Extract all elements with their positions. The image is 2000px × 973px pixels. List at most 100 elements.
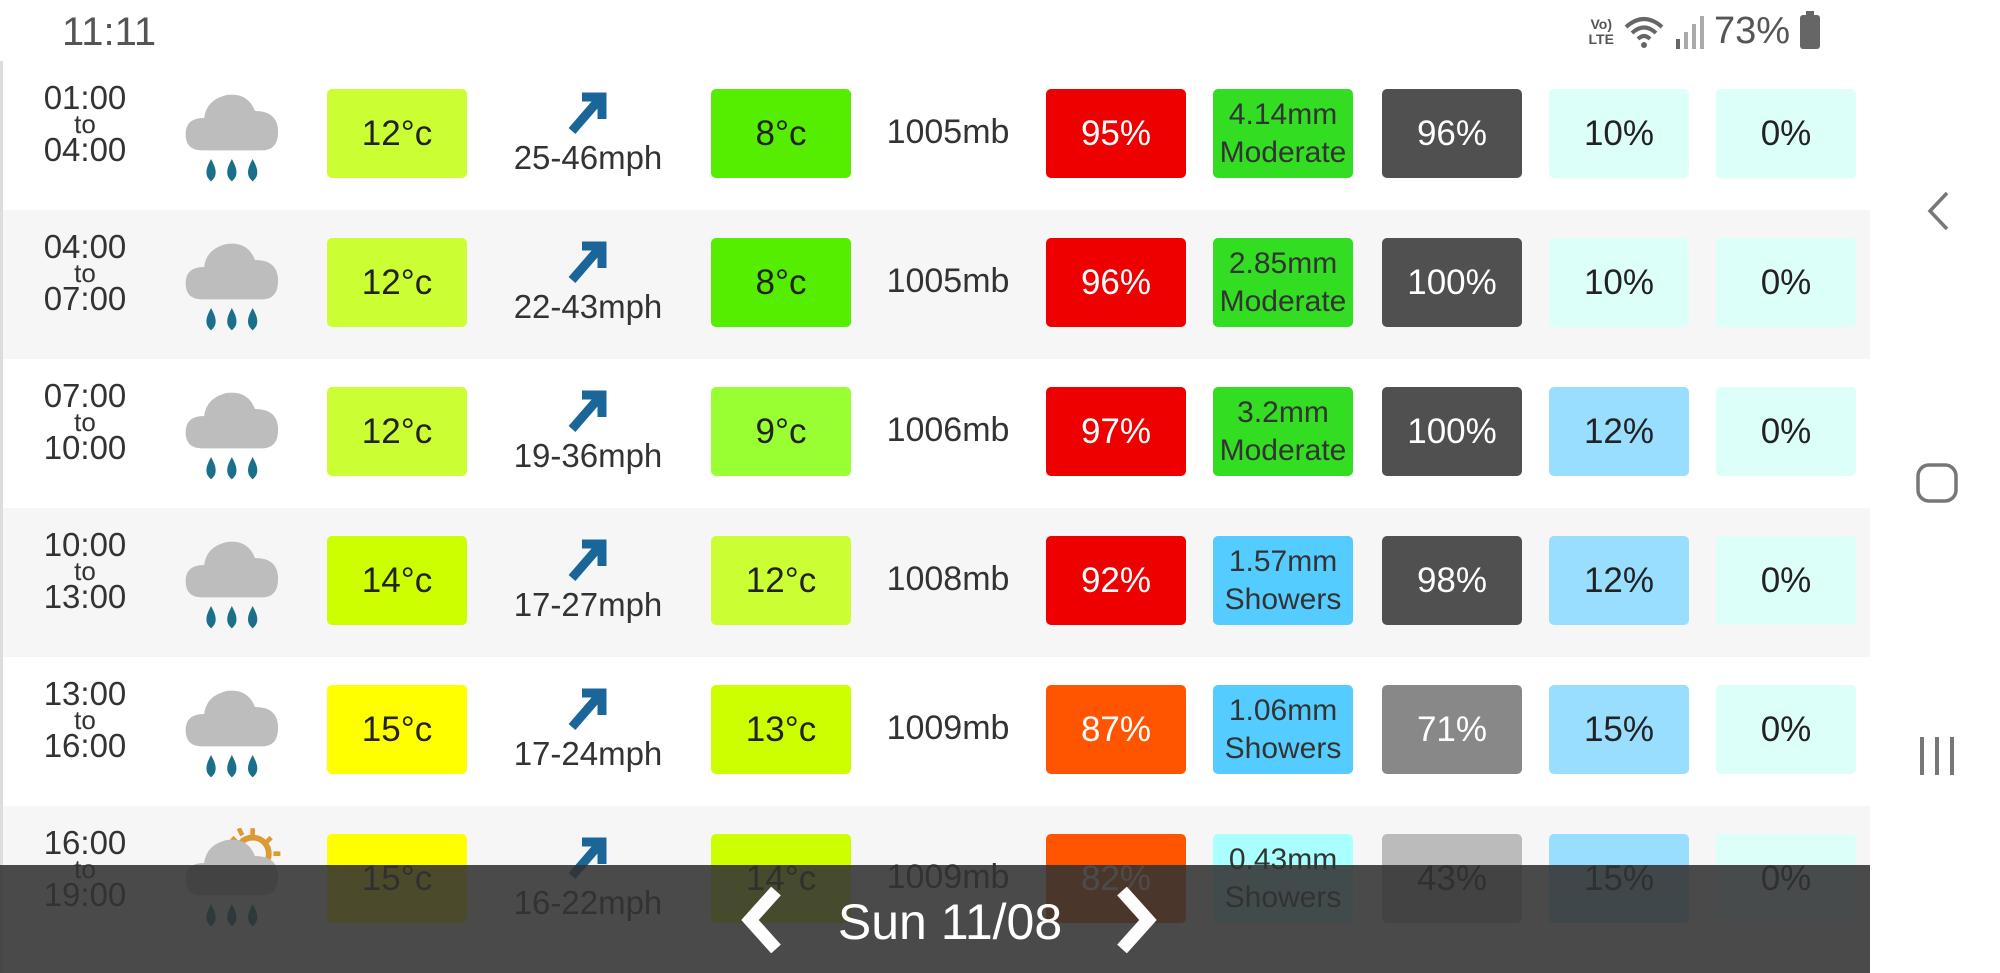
next-day-button[interactable] bbox=[1110, 887, 1160, 953]
feels-cell: 13°c bbox=[711, 685, 851, 774]
clock: 11:11 bbox=[62, 10, 157, 54]
time-range: 01:00 to 04:00 bbox=[25, 81, 145, 168]
wind-direction-arrow-icon bbox=[568, 688, 607, 730]
time-range: 13:00 to 16:00 bbox=[25, 677, 145, 764]
rain-cloud-icon bbox=[185, 690, 279, 778]
precip-amount: 4.14mm bbox=[1228, 97, 1338, 131]
pressure-cell: 1005mb bbox=[886, 262, 1010, 300]
pressure-cell: 1009mb bbox=[886, 709, 1010, 747]
precip-amount: 1.06mm bbox=[1228, 693, 1338, 727]
wind-cell: 19-36mph bbox=[498, 385, 678, 475]
time-to: 16:00 bbox=[43, 727, 127, 764]
precip-amount: 1.57mm bbox=[1228, 544, 1338, 578]
col9-cell: 15% bbox=[1549, 685, 1689, 774]
col10-cell: 0% bbox=[1716, 89, 1856, 178]
current-date: Sun 11/08 bbox=[837, 894, 1063, 950]
feels-cell: 12°c bbox=[711, 536, 851, 625]
home-icon[interactable] bbox=[1915, 462, 1959, 504]
forecast-row[interactable]: 04:00 to 07:00 12°c 22-43mph 8°c 1005mb 96% 2.85… bbox=[3, 210, 1870, 359]
temp-cell: 14°c bbox=[327, 536, 467, 625]
wind-speed: 22-43mph bbox=[513, 288, 663, 325]
time-range: 04:00 to 07:00 bbox=[25, 230, 145, 317]
precip-type: Moderate bbox=[1219, 433, 1347, 467]
rain-cloud-icon bbox=[185, 94, 279, 182]
wind-cell: 25-46mph bbox=[498, 87, 678, 177]
wind-direction-arrow-icon bbox=[568, 539, 607, 581]
status-bar: 11:11 Vo) LTE 73% bbox=[0, 0, 1870, 64]
col10-cell: 0% bbox=[1716, 387, 1856, 476]
volte-icon: Vo) LTE bbox=[1588, 15, 1614, 47]
forecast-row[interactable]: 01:00 to 04:00 12°c 25-46mph 8°c 1005mb 95% 4.14… bbox=[3, 61, 1870, 210]
col10-cell: 0% bbox=[1716, 685, 1856, 774]
feels-cell: 8°c bbox=[711, 89, 851, 178]
humidity-cell: 95% bbox=[1046, 89, 1186, 178]
precipitation-cell: 2.85mm Moderate bbox=[1213, 238, 1353, 327]
col10-cell: 0% bbox=[1716, 536, 1856, 625]
signal-icon bbox=[1675, 15, 1704, 49]
cloud-cell: 98% bbox=[1382, 536, 1522, 625]
time-range: 10:00 to 13:00 bbox=[25, 528, 145, 615]
col9-cell: 10% bbox=[1549, 89, 1689, 178]
wind-cell: 22-43mph bbox=[498, 236, 678, 326]
wind-direction-arrow-icon bbox=[568, 241, 607, 283]
rain-cloud-icon bbox=[185, 541, 279, 629]
forecast-table[interactable]: 01:00 to 04:00 12°c 25-46mph 8°c 1005mb 95% 4.14… bbox=[0, 61, 1870, 973]
precipitation-cell: 1.06mm Showers bbox=[1213, 685, 1353, 774]
system-navigation-bar bbox=[1870, 0, 2000, 973]
battery-icon bbox=[1800, 10, 1820, 49]
time-to: 07:00 bbox=[43, 280, 127, 317]
col10-cell: 0% bbox=[1716, 238, 1856, 327]
humidity-cell: 96% bbox=[1046, 238, 1186, 327]
cloud-cell: 100% bbox=[1382, 238, 1522, 327]
wind-direction-arrow-icon bbox=[568, 390, 607, 432]
temp-cell: 12°c bbox=[327, 387, 467, 476]
wifi-icon bbox=[1624, 16, 1664, 48]
forecast-row[interactable]: 07:00 to 10:00 12°c 19-36mph 9°c 1006mb 97% 3.2m… bbox=[3, 359, 1870, 508]
precip-amount: 2.85mm bbox=[1228, 246, 1338, 280]
forecast-row[interactable]: 10:00 to 13:00 14°c 17-27mph 12°c 1008mb 92% 1.5… bbox=[3, 508, 1870, 657]
temp-cell: 12°c bbox=[327, 89, 467, 178]
temp-cell: 15°c bbox=[327, 685, 467, 774]
precip-type: Showers bbox=[1224, 582, 1342, 616]
humidity-cell: 97% bbox=[1046, 387, 1186, 476]
battery-percent: 73% bbox=[1713, 10, 1790, 52]
precip-type: Moderate bbox=[1219, 135, 1347, 169]
rain-cloud-icon bbox=[185, 243, 279, 331]
precip-amount: 3.2mm bbox=[1237, 395, 1329, 429]
humidity-cell: 92% bbox=[1046, 536, 1186, 625]
time-to: 13:00 bbox=[43, 578, 127, 615]
feels-cell: 9°c bbox=[711, 387, 851, 476]
wind-cell: 17-24mph bbox=[498, 683, 678, 773]
col9-cell: 12% bbox=[1549, 387, 1689, 476]
pressure-cell: 1006mb bbox=[886, 411, 1010, 449]
humidity-cell: 87% bbox=[1046, 685, 1186, 774]
precipitation-cell: 3.2mm Moderate bbox=[1213, 387, 1353, 476]
wind-speed: 25-46mph bbox=[513, 139, 663, 176]
pressure-cell: 1005mb bbox=[886, 113, 1010, 151]
rain-cloud-icon bbox=[185, 392, 279, 480]
recents-icon[interactable] bbox=[1917, 735, 1957, 777]
pressure-cell: 1008mb bbox=[886, 560, 1010, 598]
time-to: 04:00 bbox=[43, 131, 127, 168]
time-range: 07:00 to 10:00 bbox=[25, 379, 145, 466]
wind-speed: 19-36mph bbox=[513, 437, 663, 474]
back-icon[interactable] bbox=[1925, 190, 1951, 232]
wind-speed: 17-24mph bbox=[513, 735, 663, 772]
wind-speed: 17-27mph bbox=[513, 586, 663, 623]
wind-cell: 17-27mph bbox=[498, 534, 678, 624]
cloud-cell: 100% bbox=[1382, 387, 1522, 476]
temp-cell: 12°c bbox=[327, 238, 467, 327]
wind-direction-arrow-icon bbox=[568, 92, 607, 134]
col9-cell: 12% bbox=[1549, 536, 1689, 625]
cloud-cell: 96% bbox=[1382, 89, 1522, 178]
col9-cell: 10% bbox=[1549, 238, 1689, 327]
feels-cell: 8°c bbox=[711, 238, 851, 327]
precipitation-cell: 4.14mm Moderate bbox=[1213, 89, 1353, 178]
forecast-row[interactable]: 13:00 to 16:00 15°c 17-24mph 13°c 1009mb 87% 1.0… bbox=[3, 657, 1870, 806]
precip-type: Moderate bbox=[1219, 284, 1347, 318]
cloud-cell: 71% bbox=[1382, 685, 1522, 774]
previous-day-button[interactable] bbox=[738, 887, 788, 953]
precipitation-cell: 1.57mm Showers bbox=[1213, 536, 1353, 625]
time-to: 10:00 bbox=[43, 429, 127, 466]
precip-type: Showers bbox=[1224, 731, 1342, 765]
